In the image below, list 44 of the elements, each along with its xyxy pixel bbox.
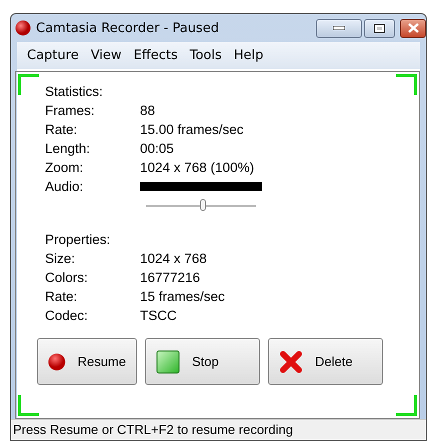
menu-item[interactable]: Capture: [21, 48, 85, 63]
record-dot-icon: [15, 20, 31, 36]
field-label: Zoom:: [45, 159, 84, 177]
field-label: Rate:: [45, 121, 78, 139]
field-value: 1024 x 768: [140, 250, 207, 268]
field-label: Colors:: [45, 269, 89, 287]
menu-item[interactable]: Tools: [184, 48, 228, 63]
field-label: Rate:: [45, 288, 78, 306]
section-heading: Properties:: [45, 231, 110, 249]
corner-bracket: [396, 74, 417, 95]
field-value: 1024 x 768 (100%): [140, 159, 254, 177]
record-button[interactable]: Resume: [37, 338, 137, 385]
stop-button[interactable]: Stop: [145, 338, 260, 385]
field-label: Size:: [45, 250, 76, 268]
minimize-button[interactable]: [316, 18, 362, 38]
window-title: Camtasia Recorder - Paused: [36, 20, 220, 36]
volume-slider[interactable]: [146, 199, 256, 213]
menu-item[interactable]: Effects: [128, 48, 184, 63]
field-value: 00:05: [140, 140, 174, 158]
field-value: 88: [140, 102, 156, 120]
delete-button[interactable]: Delete: [268, 338, 383, 385]
slider-thumb[interactable]: [200, 199, 206, 211]
corner-bracket: [18, 74, 39, 95]
field-value: 16777216: [140, 269, 200, 287]
field-label: Length:: [45, 140, 92, 158]
close-icon: [408, 23, 418, 33]
corner-bracket: [396, 395, 417, 416]
menu-item[interactable]: Help: [228, 48, 270, 63]
field-value: 15.00 frames/sec: [140, 121, 244, 139]
maximize-button[interactable]: [364, 18, 395, 38]
section-heading: Statistics:: [45, 83, 103, 101]
corner-bracket: [18, 395, 39, 416]
field-label: Audio:: [45, 178, 84, 196]
field-value: TSCC: [140, 307, 177, 325]
stop-icon: [156, 350, 180, 374]
minimize-icon: [333, 26, 345, 30]
field-value: 15 frames/sec: [140, 288, 225, 306]
status-bar: Press Resume or CTRL+F2 to resume recording: [11, 419, 426, 440]
field-label: Frames:: [45, 102, 96, 120]
menu-item[interactable]: View: [84, 48, 128, 63]
maximize-icon: [374, 24, 385, 32]
close-button[interactable]: [400, 18, 426, 38]
delete-x-icon: [279, 350, 303, 374]
field-label: Codec:: [45, 307, 89, 325]
